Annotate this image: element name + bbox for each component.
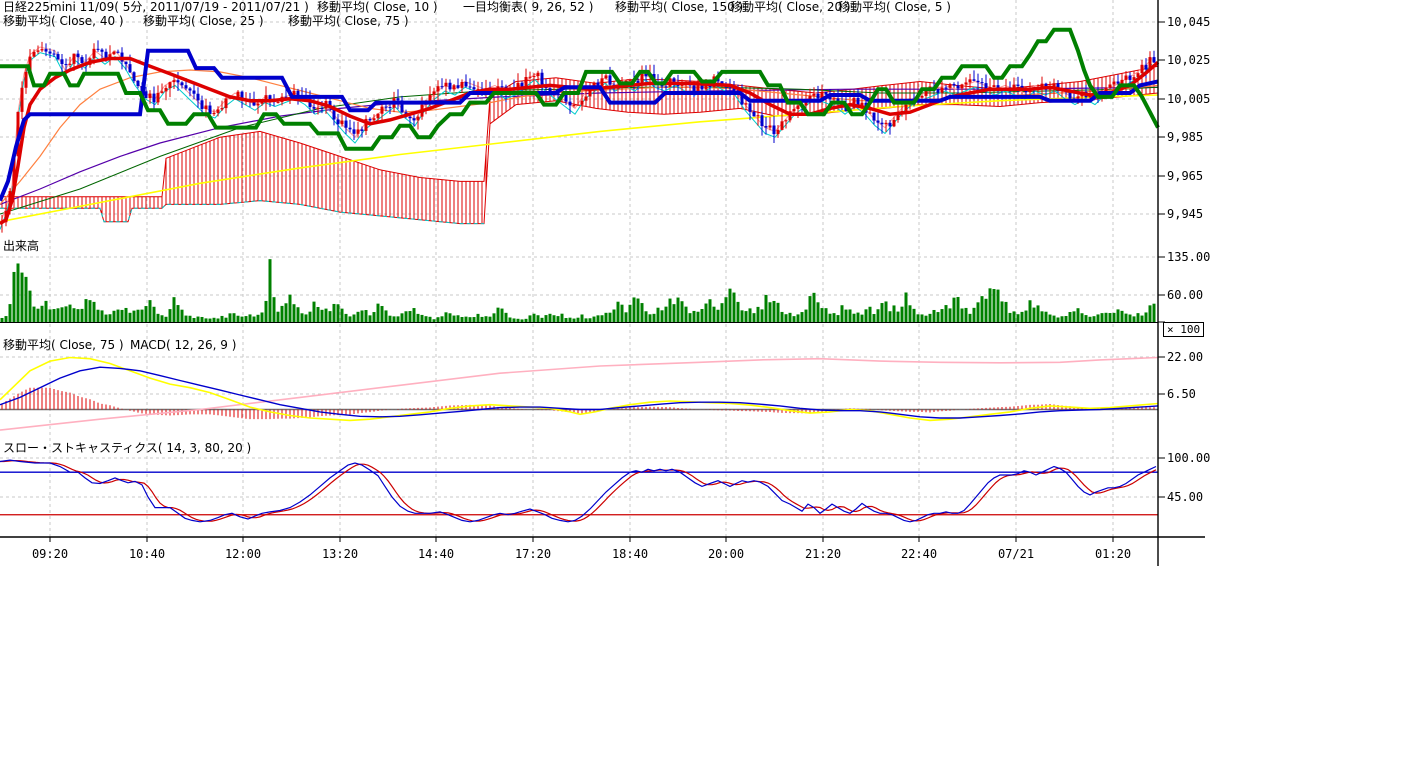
- chart-canvas[interactable]: [0, 0, 1408, 768]
- price-axis-label-4: 9,965: [1167, 170, 1203, 183]
- time-axis-label-5: 17:20: [515, 548, 551, 561]
- time-axis-label-0: 09:20: [32, 548, 68, 561]
- legend-item-line2-1: 移動平均( Close, 25 ): [143, 15, 264, 28]
- macd-legend-item-1: MACD( 12, 26, 9 ): [130, 339, 236, 352]
- time-axis-label-6: 18:40: [612, 548, 648, 561]
- time-axis-label-9: 22:40: [901, 548, 937, 561]
- stoch-pane-label: スロー・ストキャスティクス( 14, 3, 80, 20 ): [3, 442, 251, 455]
- macd-axis-label-0: 22.00: [1167, 351, 1203, 364]
- volume-axis-label-0: 135.00: [1167, 251, 1210, 264]
- volume-multiplier-box: × 100: [1163, 322, 1204, 337]
- legend-item-line1-4: 移動平均( Close, 20 ): [730, 1, 851, 14]
- time-axis-label-1: 10:40: [129, 548, 165, 561]
- legend-item-line1-2: 一目均衡表( 9, 26, 52 ): [463, 1, 593, 14]
- volume-pane-label: 出来高: [3, 240, 39, 253]
- legend-item-line1-3: 移動平均( Close, 150 ): [615, 1, 743, 14]
- price-axis-label-0: 10,045: [1167, 16, 1210, 29]
- macd-legend-item-0: 移動平均( Close, 75 ): [3, 339, 124, 352]
- time-axis-label-4: 14:40: [418, 548, 454, 561]
- legend-item-line1-1: 移動平均( Close, 10 ): [317, 1, 438, 14]
- legend-item-line2-2: 移動平均( Close, 75 ): [288, 15, 409, 28]
- price-axis-label-1: 10,025: [1167, 54, 1210, 67]
- time-axis-label-3: 13:20: [322, 548, 358, 561]
- volume-axis-label-1: 60.00: [1167, 289, 1203, 302]
- stoch-axis-label-0: 100.00: [1167, 452, 1210, 465]
- time-axis-label-10: 07/21: [998, 548, 1034, 561]
- price-axis-label-2: 10,005: [1167, 93, 1210, 106]
- legend-item-line2-0: 移動平均( Close, 40 ): [3, 15, 124, 28]
- stoch-axis-label-1: 45.00: [1167, 491, 1203, 504]
- legend-item-line1-5: 移動平均( Close, 5 ): [838, 1, 951, 14]
- chart-title: 日経225mini 11/09( 5分, 2011/07/19 - 2011/0…: [3, 1, 309, 14]
- chart-window: 日経225mini 11/09( 5分, 2011/07/19 - 2011/0…: [0, 0, 1408, 768]
- time-axis-label-2: 12:00: [225, 548, 261, 561]
- price-axis-label-5: 9,945: [1167, 208, 1203, 221]
- time-axis-label-11: 01:20: [1095, 548, 1131, 561]
- time-axis-label-7: 20:00: [708, 548, 744, 561]
- price-axis-label-3: 9,985: [1167, 131, 1203, 144]
- time-axis-label-8: 21:20: [805, 548, 841, 561]
- macd-axis-label-1: 6.50: [1167, 388, 1196, 401]
